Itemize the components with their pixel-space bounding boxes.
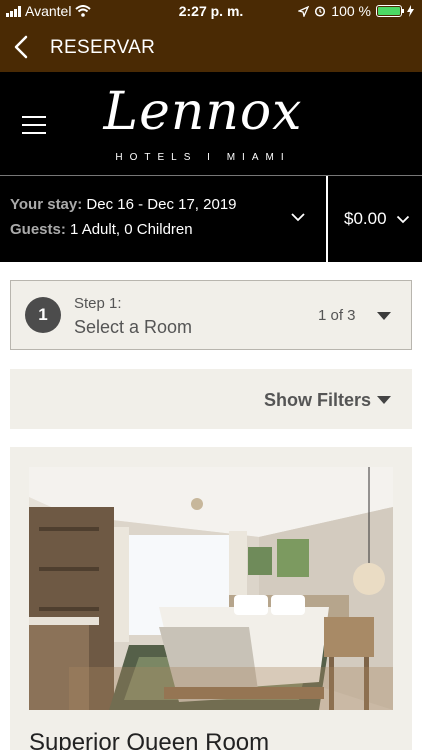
- room-card[interactable]: Superior Queen Room: [10, 447, 412, 750]
- battery-percent: 100 %: [331, 3, 371, 19]
- stay-dates-line: Your stay: Dec 16 - Dec 17, 2019: [10, 196, 237, 213]
- filters-bar: Show Filters: [10, 369, 412, 429]
- show-filters-button[interactable]: Show Filters: [264, 390, 371, 411]
- room-name[interactable]: Superior Queen Room: [29, 729, 269, 750]
- logo-subtitle: HOTELS I MIAMI: [115, 152, 291, 163]
- guests-label: Guests:: [10, 221, 66, 238]
- guests-value: 1 Adult, 0 Children: [70, 221, 193, 238]
- brand-header: Lennox HOTELS I MIAMI: [0, 72, 422, 175]
- brand-logo: Lennox HOTELS I MIAMI: [88, 82, 318, 168]
- step-number-badge: 1: [25, 297, 61, 333]
- room-photo-illustration: [29, 467, 393, 710]
- status-right: 100 %: [298, 3, 414, 19]
- battery-icon: [376, 5, 404, 17]
- chevron-down-icon: [396, 215, 410, 224]
- status-bar: Avantel 2:27 p. m. 100 %: [0, 0, 422, 24]
- caret-down-icon: [377, 396, 391, 404]
- nav-title: RESERVAR: [50, 37, 156, 58]
- chevron-left-icon[interactable]: [10, 32, 36, 62]
- room-photo[interactable]: [29, 467, 393, 710]
- step-title: Select a Room: [74, 317, 193, 337]
- caret-down-icon: [377, 312, 391, 320]
- nav-bar: RESERVAR: [0, 24, 422, 72]
- price-total: $0.00: [344, 209, 387, 228]
- charging-bolt-icon: [407, 5, 414, 17]
- alarm-clock-icon: [315, 6, 326, 17]
- stay-label: Your stay:: [10, 196, 83, 213]
- stay-bar: Your stay: Dec 16 - Dec 17, 2019 Guests:…: [0, 175, 422, 262]
- step-kicker: Step 1:: [74, 295, 122, 312]
- step-selector[interactable]: 1 Step 1: Select a Room 1 of 3: [10, 280, 412, 350]
- logo-script: Lennox: [103, 82, 303, 142]
- price-toggle[interactable]: $0.00: [328, 176, 422, 262]
- step-count: 1 of 3: [318, 307, 356, 324]
- stay-dates: Dec 16 - Dec 17, 2019: [86, 196, 237, 213]
- hamburger-menu-icon[interactable]: [22, 116, 46, 134]
- guests-line: Guests: 1 Adult, 0 Children: [10, 221, 193, 238]
- stay-summary-toggle[interactable]: Your stay: Dec 16 - Dec 17, 2019 Guests:…: [0, 176, 326, 262]
- chevron-down-icon: [291, 213, 305, 222]
- location-arrow-icon: [298, 5, 310, 17]
